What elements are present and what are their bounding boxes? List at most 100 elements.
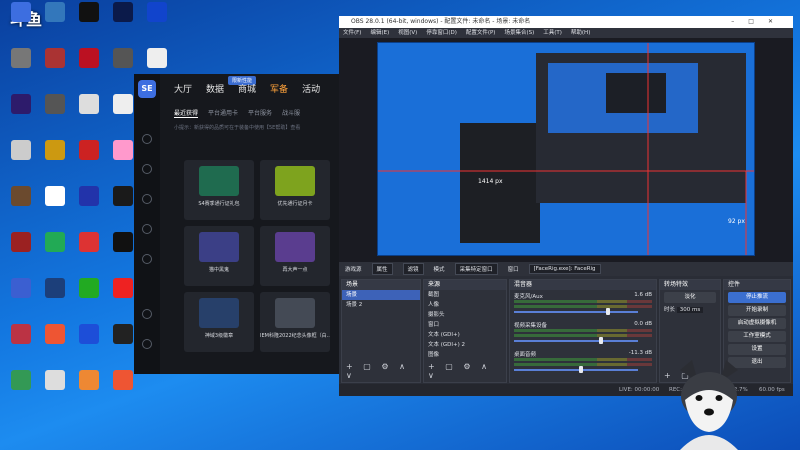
desktop-shortcut[interactable] [106,370,140,410]
nav-search-icon[interactable] [142,309,152,319]
menu-item-4[interactable]: 配置文件(P) [466,28,496,38]
desktop-shortcut[interactable] [38,232,72,272]
window-select[interactable]: [FaceRig.exe]: FaceRig [528,264,601,274]
nav-home-icon[interactable] [142,134,152,144]
subtab-3[interactable]: 战斗服 [282,108,300,118]
game-tab-3[interactable]: 军备 [270,82,288,95]
transition-select[interactable]: 淡化 [664,292,716,303]
desktop-shortcut[interactable] [4,186,38,226]
nav-shop-icon[interactable] [142,224,152,234]
nav-chart-icon[interactable] [142,339,152,349]
game-logo[interactable]: SE [138,80,156,98]
desktop-shortcut[interactable] [72,232,106,272]
properties-button[interactable]: 属性 [371,263,393,275]
shortcut-label [38,344,72,356]
scene-toolbar[interactable]: + ▢ ⚙ ∧ ∨ [346,362,420,380]
desktop-shortcut[interactable] [38,370,72,410]
duration-input[interactable]: 300 ms [676,307,704,313]
volume-knob[interactable] [578,366,583,373]
desktop-shortcut[interactable] [72,140,106,180]
mode-select[interactable]: 采集特定窗口 [454,263,498,275]
control-button-0[interactable]: 停止推流 [728,292,786,303]
inventory-card[interactable]: 神域3级徽章 [184,292,254,352]
control-button-2[interactable]: 启动虚拟摄像机 [728,318,786,329]
inventory-card[interactable]: 优先通行证月卡 [260,160,330,220]
subtab-1[interactable]: 平台通用卡 [208,108,238,118]
desktop-shortcut[interactable] [72,94,106,134]
game-tab-4[interactable]: 活动 [302,82,320,95]
inventory-card[interactable]: IEM科隆2022纪念头像框（白... [260,292,330,352]
app-icon [45,232,65,252]
menu-item-5[interactable]: 场景集合(S) [504,28,534,38]
volume-slider[interactable] [514,369,638,371]
game-tab-0[interactable]: 大厅 [174,82,192,95]
source-item[interactable]: 图像 [424,350,506,360]
filters-button[interactable]: 滤镜 [402,263,424,275]
desktop-shortcut[interactable] [72,48,106,88]
scene-item[interactable]: 场景 [342,290,420,300]
desktop-shortcut[interactable] [106,2,140,42]
game-sidebar: SE [134,74,160,374]
menu-item-6[interactable]: 工具(T) [543,28,562,38]
desktop-shortcut[interactable] [72,278,106,318]
desktop-shortcut[interactable] [38,94,72,134]
desktop-shortcut[interactable] [38,186,72,226]
game-client-window[interactable]: SE 限新性能 大厅 数据 商城 军备 活动 最近获得 平台通用卡 平台服务 战斗服 小提示：… [134,74,340,374]
desktop-shortcut[interactable] [38,324,72,364]
nav-wifi-icon[interactable] [142,254,152,264]
inventory-card[interactable]: S4赛季通行证礼包 [184,160,254,220]
desktop-shortcut[interactable] [38,278,72,318]
subtab-2[interactable]: 平台服务 [248,108,272,118]
volume-knob[interactable] [598,337,603,344]
desktop-shortcut[interactable] [72,2,106,42]
desktop-shortcut[interactable] [4,278,38,318]
desktop-shortcut[interactable] [4,140,38,180]
scene-item[interactable]: 场景 2 [342,300,420,310]
obs-preview[interactable]: 1414 px 92 px [339,38,793,272]
menu-item-3[interactable]: 停靠窗口(D) [426,28,457,38]
game-tab-2[interactable]: 商城 [238,82,256,95]
source-item[interactable]: 文本 (GDI+) 2 [424,340,506,350]
game-tab-1[interactable]: 数据 [206,82,224,95]
control-button-1[interactable]: 开始录制 [728,305,786,316]
volume-slider[interactable] [514,311,638,313]
desktop-shortcut[interactable] [72,186,106,226]
desktop-shortcut[interactable] [72,324,106,364]
source-item[interactable]: 文本 (GDI+) [424,330,506,340]
nav-friends-icon[interactable] [142,164,152,174]
inventory-card[interactable]: 猫中黑鬼 [184,226,254,286]
desktop-shortcut[interactable] [72,370,106,410]
menu-item-7[interactable]: 帮助(H) [571,28,590,38]
source-item[interactable]: 摄影头 [424,310,506,320]
level-meter [514,334,652,337]
desktop-shortcut[interactable] [38,48,72,88]
control-button-4[interactable]: 设置 [728,344,786,355]
obs-window[interactable]: OBS 28.0.1 (64-bit, windows) - 配置文件: 未命名… [339,16,793,396]
menu-item-1[interactable]: 编辑(E) [370,28,389,38]
source-item[interactable]: 截图 [424,290,506,300]
subtab-0[interactable]: 最近获得 [174,108,199,118]
desktop-shortcut[interactable] [4,48,38,88]
preview-canvas[interactable]: 1414 px 92 px [377,42,755,256]
shortcut-label [4,390,38,402]
volume-slider[interactable] [514,340,638,342]
source-item[interactable]: 窗口 [424,320,506,330]
source-toolbar[interactable]: + ▢ ⚙ ∧ ∨ [428,362,506,380]
nav-settings-icon[interactable] [142,194,152,204]
menu-item-2[interactable]: 视图(V) [398,28,417,38]
inventory-card[interactable]: 再大声一点 [260,226,330,286]
control-button-3[interactable]: 工作室模式 [728,331,786,342]
desktop-shortcut[interactable] [140,2,174,42]
volume-knob[interactable] [606,308,611,315]
desktop-shortcut[interactable] [38,2,72,42]
menu-item-0[interactable]: 文件(F) [343,28,361,38]
source-item[interactable]: 人像 [424,300,506,310]
desktop-shortcut[interactable] [4,232,38,272]
desktop-shortcut[interactable] [4,94,38,134]
desktop-shortcut[interactable] [38,140,72,180]
window-controls[interactable]: –□✕ [731,16,787,28]
desktop-shortcut[interactable] [4,370,38,410]
desktop-shortcut[interactable] [4,2,38,42]
item-thumbnail [275,298,315,328]
desktop-shortcut[interactable] [4,324,38,364]
